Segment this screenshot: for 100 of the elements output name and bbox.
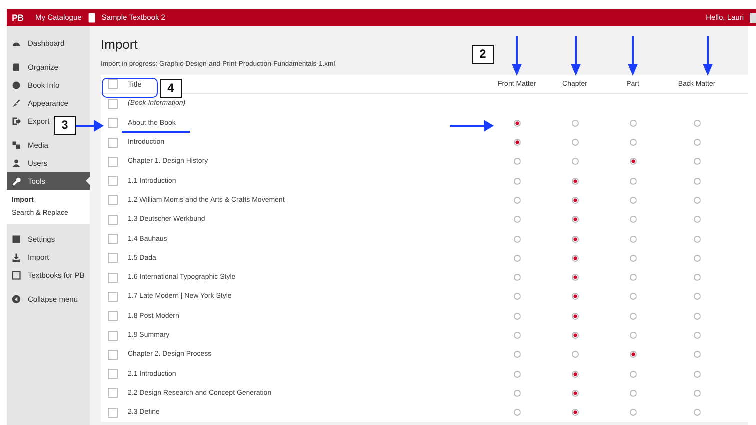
page-title: Import bbox=[101, 37, 139, 52]
radio-button[interactable] bbox=[694, 120, 700, 127]
radio-button[interactable] bbox=[514, 216, 520, 224]
select-all-checkbox[interactable] bbox=[108, 79, 118, 90]
radio-button[interactable] bbox=[572, 139, 578, 146]
row-checkbox[interactable] bbox=[108, 292, 118, 302]
radio-button[interactable] bbox=[514, 274, 520, 282]
radio-button[interactable] bbox=[630, 312, 636, 320]
radio-button[interactable] bbox=[694, 370, 700, 378]
radio-button[interactable] bbox=[572, 236, 578, 243]
down-arrow bbox=[703, 36, 713, 76]
radio-button[interactable] bbox=[630, 274, 636, 282]
radio-button[interactable] bbox=[630, 139, 636, 146]
radio-button[interactable] bbox=[630, 254, 636, 262]
radio-button[interactable] bbox=[630, 196, 636, 204]
export-icon bbox=[12, 116, 21, 126]
highlight-outline bbox=[102, 78, 158, 98]
radio-button[interactable] bbox=[572, 274, 578, 282]
row-checkbox[interactable] bbox=[108, 138, 118, 148]
row-checkbox[interactable] bbox=[108, 195, 118, 206]
radio-button[interactable] bbox=[694, 312, 700, 320]
radio-button[interactable] bbox=[514, 351, 520, 358]
row-checkbox[interactable] bbox=[108, 388, 118, 398]
radio-button[interactable] bbox=[694, 196, 700, 204]
radio-button[interactable] bbox=[694, 351, 700, 358]
radio-button[interactable] bbox=[572, 293, 578, 300]
row-checkbox[interactable] bbox=[108, 253, 118, 264]
row-checkbox[interactable] bbox=[108, 330, 118, 340]
radio-button[interactable] bbox=[514, 139, 520, 146]
radio-button[interactable] bbox=[694, 409, 700, 416]
row-checkbox[interactable] bbox=[108, 234, 118, 244]
radio-button[interactable] bbox=[572, 120, 578, 127]
radio-button[interactable] bbox=[572, 332, 578, 339]
radio-button[interactable] bbox=[630, 120, 636, 127]
row-checkbox[interactable] bbox=[108, 156, 118, 167]
radio-button[interactable] bbox=[694, 236, 700, 243]
book-icon bbox=[12, 62, 21, 72]
radio-button[interactable] bbox=[572, 254, 578, 262]
radio-button[interactable] bbox=[694, 274, 700, 282]
callout-number: 3 bbox=[54, 116, 76, 135]
radio-button[interactable] bbox=[694, 139, 700, 146]
radio-button[interactable] bbox=[572, 409, 578, 416]
radio-button[interactable] bbox=[514, 120, 520, 127]
book-icon bbox=[88, 12, 96, 22]
radio-button[interactable] bbox=[630, 158, 636, 166]
radio-button[interactable] bbox=[694, 254, 700, 262]
radio-button[interactable] bbox=[572, 178, 578, 185]
radio-button[interactable] bbox=[514, 312, 520, 320]
radio-button[interactable] bbox=[514, 236, 520, 243]
radio-button[interactable] bbox=[514, 332, 520, 339]
radio-button[interactable] bbox=[630, 178, 636, 185]
row-checkbox[interactable] bbox=[108, 408, 118, 418]
radio-button[interactable] bbox=[572, 158, 578, 166]
radio-button[interactable] bbox=[630, 216, 636, 224]
down-arrow bbox=[628, 36, 638, 76]
radio-button[interactable] bbox=[572, 390, 578, 397]
radio-button[interactable] bbox=[630, 351, 636, 358]
row-checkbox[interactable] bbox=[108, 214, 118, 225]
down-arrow bbox=[571, 36, 581, 76]
avatar-icon[interactable] bbox=[750, 12, 756, 22]
radio-button[interactable] bbox=[572, 351, 578, 358]
wrench-icon bbox=[12, 176, 21, 186]
brush-icon bbox=[12, 98, 21, 108]
radio-button[interactable] bbox=[514, 196, 520, 204]
row-checkbox[interactable] bbox=[108, 350, 118, 360]
row-checkbox[interactable] bbox=[108, 176, 118, 186]
radio-button[interactable] bbox=[514, 390, 520, 397]
radio-button[interactable] bbox=[694, 178, 700, 185]
radio-button[interactable] bbox=[694, 158, 700, 166]
row-checkbox[interactable] bbox=[108, 98, 118, 109]
radio-button[interactable] bbox=[514, 370, 520, 378]
logo[interactable]: PB bbox=[12, 12, 24, 22]
radio-button[interactable] bbox=[630, 370, 636, 378]
radio-button[interactable] bbox=[514, 178, 520, 185]
radio-button[interactable] bbox=[514, 409, 520, 416]
radio-button[interactable] bbox=[514, 254, 520, 262]
radio-button[interactable] bbox=[694, 390, 700, 397]
row-checkbox[interactable] bbox=[108, 272, 118, 283]
radio-button[interactable] bbox=[572, 370, 578, 378]
radio-button[interactable] bbox=[572, 196, 578, 204]
radio-button[interactable] bbox=[630, 409, 636, 416]
radio-button[interactable] bbox=[630, 236, 636, 243]
radio-button[interactable] bbox=[630, 390, 636, 397]
radio-button[interactable] bbox=[572, 216, 578, 224]
radio-button[interactable] bbox=[514, 158, 520, 166]
radio-button[interactable] bbox=[694, 332, 700, 339]
right-arrow bbox=[450, 120, 494, 132]
download-icon bbox=[12, 252, 21, 262]
underline-mark bbox=[122, 131, 190, 133]
radio-button[interactable] bbox=[694, 216, 700, 224]
radio-button[interactable] bbox=[572, 312, 578, 320]
radio-button[interactable] bbox=[630, 332, 636, 339]
radio-button[interactable] bbox=[630, 293, 636, 300]
radio-button[interactable] bbox=[514, 293, 520, 300]
row-checkbox[interactable] bbox=[108, 118, 118, 128]
radio-button[interactable] bbox=[694, 293, 700, 300]
row-checkbox[interactable] bbox=[108, 311, 118, 322]
square-icon bbox=[12, 270, 21, 280]
row-checkbox[interactable] bbox=[108, 369, 118, 380]
user-icon bbox=[12, 158, 21, 168]
